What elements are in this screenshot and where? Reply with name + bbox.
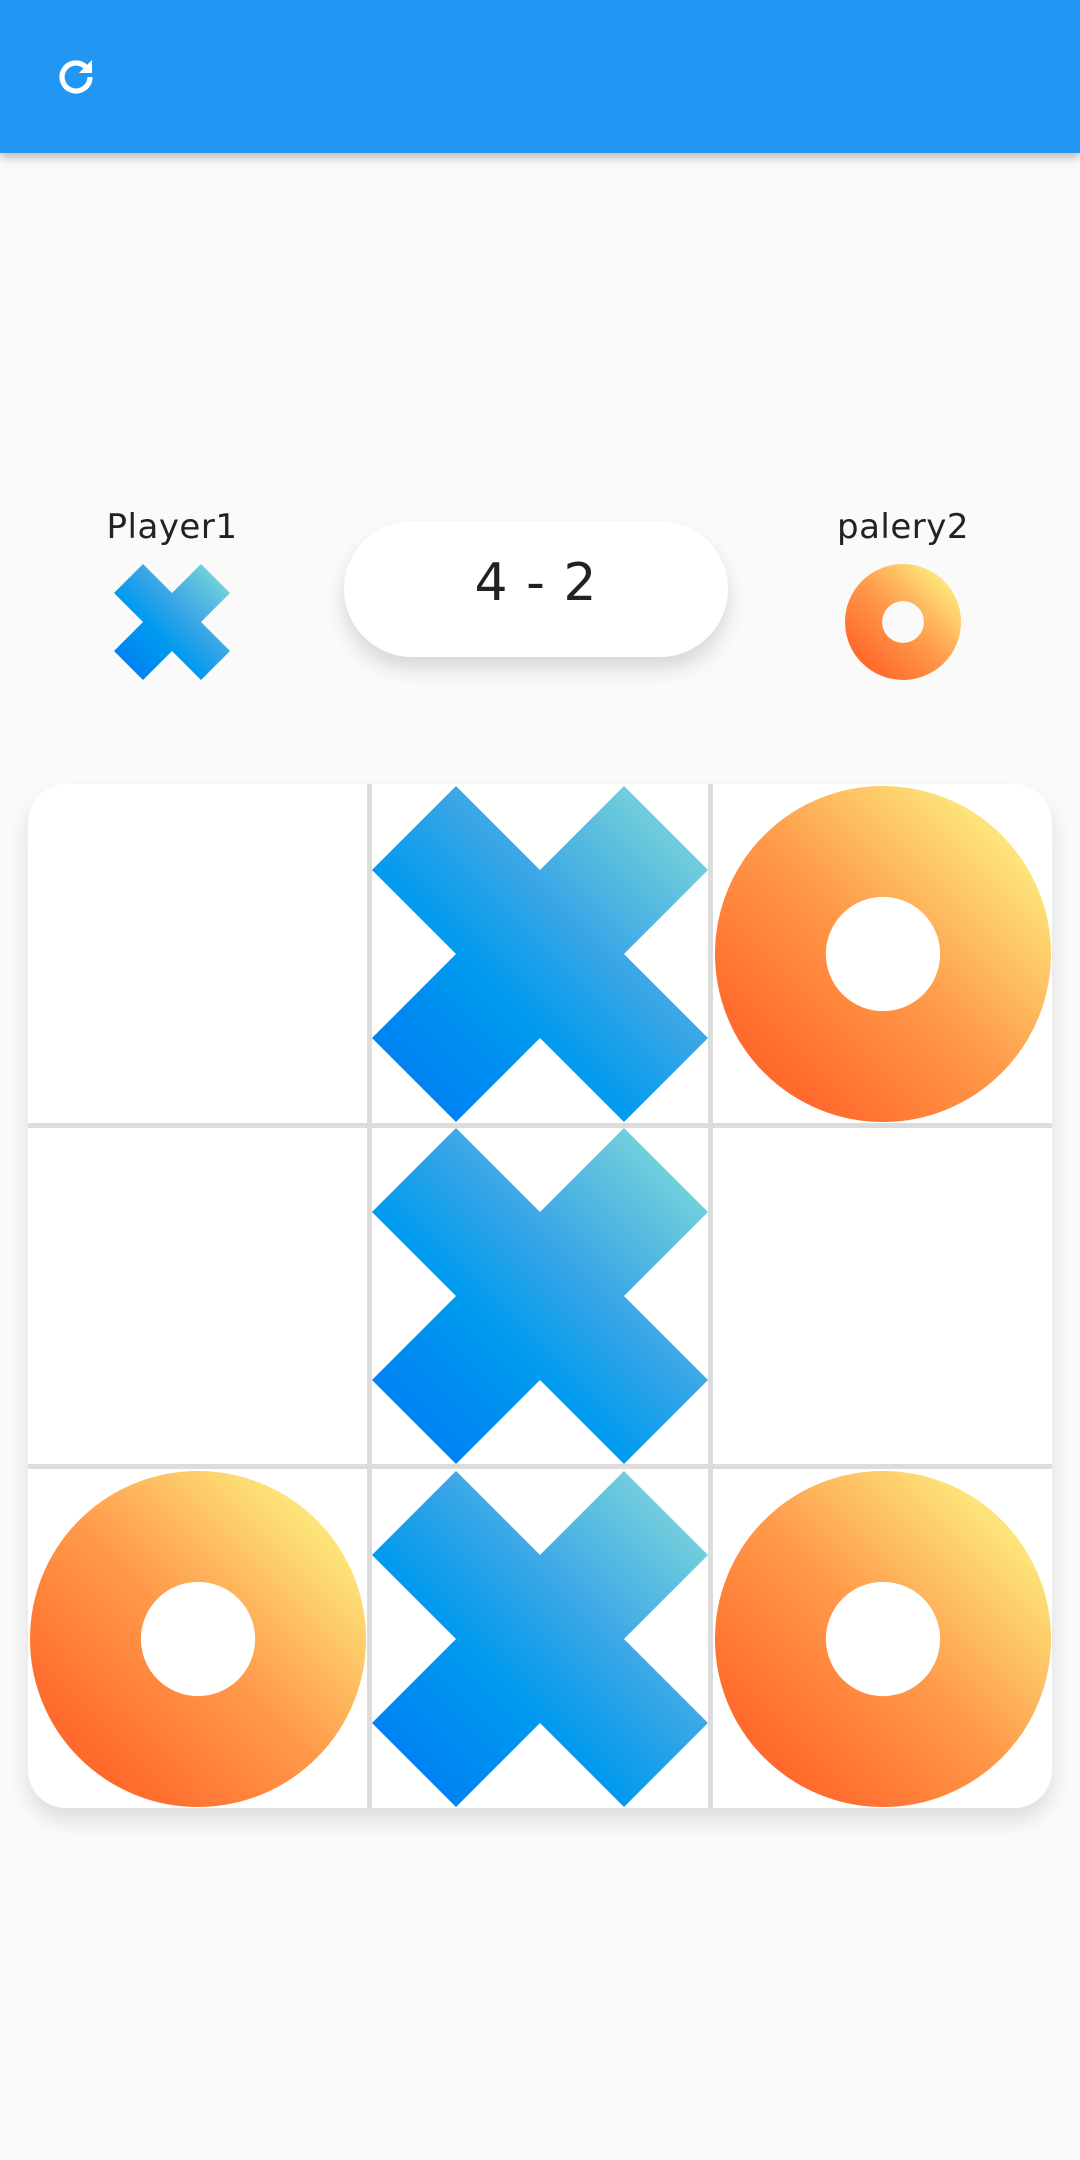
o-mark-icon (29, 1470, 366, 1807)
o-mark-icon (714, 1470, 1051, 1807)
board-cell-1-1[interactable] (28, 784, 367, 1123)
player-2-name: palery2 (836, 507, 969, 547)
game-board (28, 784, 1052, 1808)
player-1-name: Player1 (106, 507, 238, 547)
board-cell-3-1[interactable] (28, 1469, 367, 1808)
player-2: palery2 (783, 502, 1023, 680)
score-display: 4 - 2 (344, 521, 728, 657)
player-2-o-icon (845, 564, 961, 680)
board-cell-3-3[interactable] (713, 1469, 1052, 1808)
board-cell-2-3[interactable] (713, 1123, 1052, 1469)
app-bar (0, 0, 1080, 153)
score-text: 4 - 2 (474, 553, 598, 613)
board-cell-3-2[interactable] (367, 1469, 713, 1808)
player-1: Player1 (52, 502, 292, 680)
player-1-x-icon (114, 564, 230, 680)
x-mark-icon (372, 1128, 708, 1464)
board-cell-2-2[interactable] (367, 1123, 713, 1469)
refresh-button[interactable] (36, 37, 116, 117)
o-mark-icon (714, 785, 1051, 1122)
board-cell-1-2[interactable] (367, 784, 713, 1123)
x-mark-icon (372, 785, 708, 1122)
x-mark-icon (372, 1470, 708, 1807)
board-cell-2-1[interactable] (28, 1123, 367, 1469)
board-cell-1-3[interactable] (713, 784, 1052, 1123)
refresh-icon (59, 60, 93, 94)
